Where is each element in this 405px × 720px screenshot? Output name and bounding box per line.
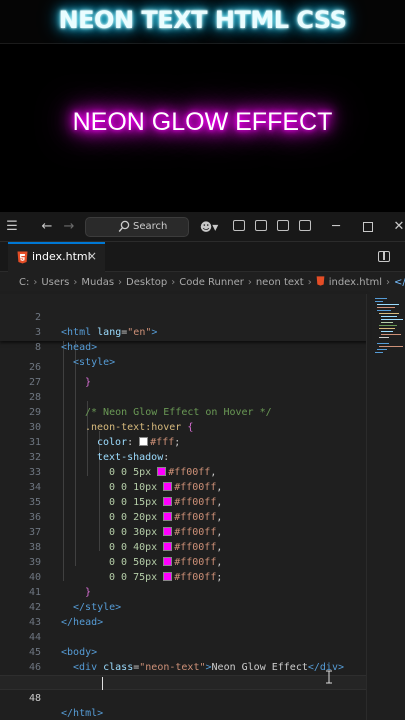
chevron-right-icon: › (73, 277, 78, 288)
code-editor-window: ☰ ← → Search ☻▾ ─ ✕ index.html × C: › Us… (0, 212, 405, 720)
tab-bar: index.html × (0, 242, 405, 272)
title-bar: ☰ ← → Search ☻▾ ─ ✕ (0, 212, 405, 242)
forward-arrow-icon[interactable]: → (62, 218, 76, 236)
copilot-icon[interactable]: ☻▾ (198, 218, 220, 236)
toggle-secondary-sidebar-icon[interactable] (299, 220, 311, 231)
breadcrumb-neon-text[interactable]: neon text (256, 272, 304, 294)
code-line: 45 <div class="neon-text">Neon Glow Effe… (0, 630, 368, 673)
chevron-right-icon: › (386, 277, 391, 288)
toggle-panel-icon[interactable] (277, 220, 289, 231)
code-line: 47 (0, 660, 368, 688)
code-line: 44 <body> (0, 615, 368, 658)
code-line: 32 0 0 5px #ff00ff, (0, 435, 368, 478)
split-editor-icon[interactable] (378, 251, 390, 262)
chevron-right-icon: › (171, 277, 176, 288)
line-content: </html> (61, 708, 104, 719)
chevron-right-icon: › (118, 277, 123, 288)
code-line: 42 </head> (0, 585, 368, 628)
code-line: 40 } (0, 555, 368, 598)
code-line: 27 (0, 360, 368, 388)
video-banner: NEON TEXT HTML CSS (0, 0, 405, 44)
neon-glow-text[interactable]: NEON GLOW EFFECT (0, 108, 405, 137)
breadcrumb-desktop[interactable]: Desktop (126, 272, 167, 294)
code-line: 28 /* Neon Glow Effect on Hover */ (0, 375, 368, 418)
current-code-line: 48 </html> (0, 675, 368, 719)
tab-index-html[interactable]: index.html × (8, 242, 105, 272)
code-line: 39 0 0 75px #ff00ff; (0, 540, 368, 583)
tab-label: index.html (32, 250, 91, 263)
code-line: 41 </style> (0, 570, 368, 613)
text-select-cursor-icon (326, 670, 332, 684)
code-line: 31 text-shadow: (0, 420, 368, 463)
code-line: 2 <html lang="en"> (0, 295, 368, 338)
banner-title: NEON TEXT HTML CSS (58, 6, 347, 34)
code-line: 26 } (0, 345, 368, 388)
code-line: 29 .neon-text:hover { (0, 390, 368, 433)
hamburger-menu-icon[interactable]: ☰ (4, 218, 20, 236)
search-label: Search (133, 221, 168, 232)
code-line: 35 0 0 20px #ff00ff, (0, 480, 368, 523)
close-tab-icon[interactable]: × (87, 249, 97, 263)
code-line: 33 0 0 10px #ff00ff, (0, 450, 368, 493)
breadcrumb: C: › Users › Mudas › Desktop › Code Runner › neon … (0, 272, 405, 294)
vertical-scrollbar[interactable] (366, 294, 370, 720)
breadcrumb-users[interactable]: Users (41, 272, 69, 294)
chevron-right-icon: › (247, 277, 252, 288)
chevron-right-icon: › (307, 277, 312, 288)
search-icon (118, 220, 130, 232)
code-line: 30 color: #fff; (0, 405, 368, 448)
code-line: 43 (0, 600, 368, 628)
code-line: 38 0 0 50px #ff00ff, (0, 525, 368, 568)
breadcrumb-drive[interactable]: C: (19, 272, 29, 294)
code-line: 36 0 0 30px #ff00ff, (0, 495, 368, 538)
code-line: 3 <head> (0, 310, 368, 353)
minimap[interactable] (372, 294, 405, 720)
back-arrow-icon[interactable]: ← (40, 218, 54, 236)
command-search-box[interactable]: Search (85, 217, 189, 237)
breadcrumb-user[interactable]: Mudas (81, 272, 114, 294)
toggle-sidebar-icon[interactable] (255, 220, 267, 231)
code-line: 34 0 0 15px #ff00ff, (0, 465, 368, 508)
code-line: 8 <style> (0, 325, 368, 368)
text-cursor (102, 677, 103, 690)
maximize-icon[interactable] (363, 222, 373, 232)
customize-layout-icon[interactable] (233, 220, 245, 231)
html5-icon (17, 251, 28, 264)
line-number: 48 (28, 693, 41, 704)
minimize-icon[interactable]: ─ (330, 218, 342, 236)
close-window-icon[interactable]: ✕ (392, 218, 405, 236)
code-line: 37 0 0 40px #ff00ff, (0, 510, 368, 553)
chevron-right-icon: › (33, 277, 38, 288)
code-area[interactable]: 2 <html lang="en"> 3 <head> 8 <style> 26… (0, 294, 368, 720)
html5-icon (316, 276, 325, 286)
breadcrumb-file[interactable]: index.html (329, 272, 382, 294)
code-line: 46 </body> (0, 645, 368, 688)
browser-preview: NEON GLOW EFFECT (0, 44, 405, 212)
breadcrumb-code-runner[interactable]: Code Runner (179, 272, 244, 294)
symbol-tag-icon: </> (394, 277, 405, 288)
